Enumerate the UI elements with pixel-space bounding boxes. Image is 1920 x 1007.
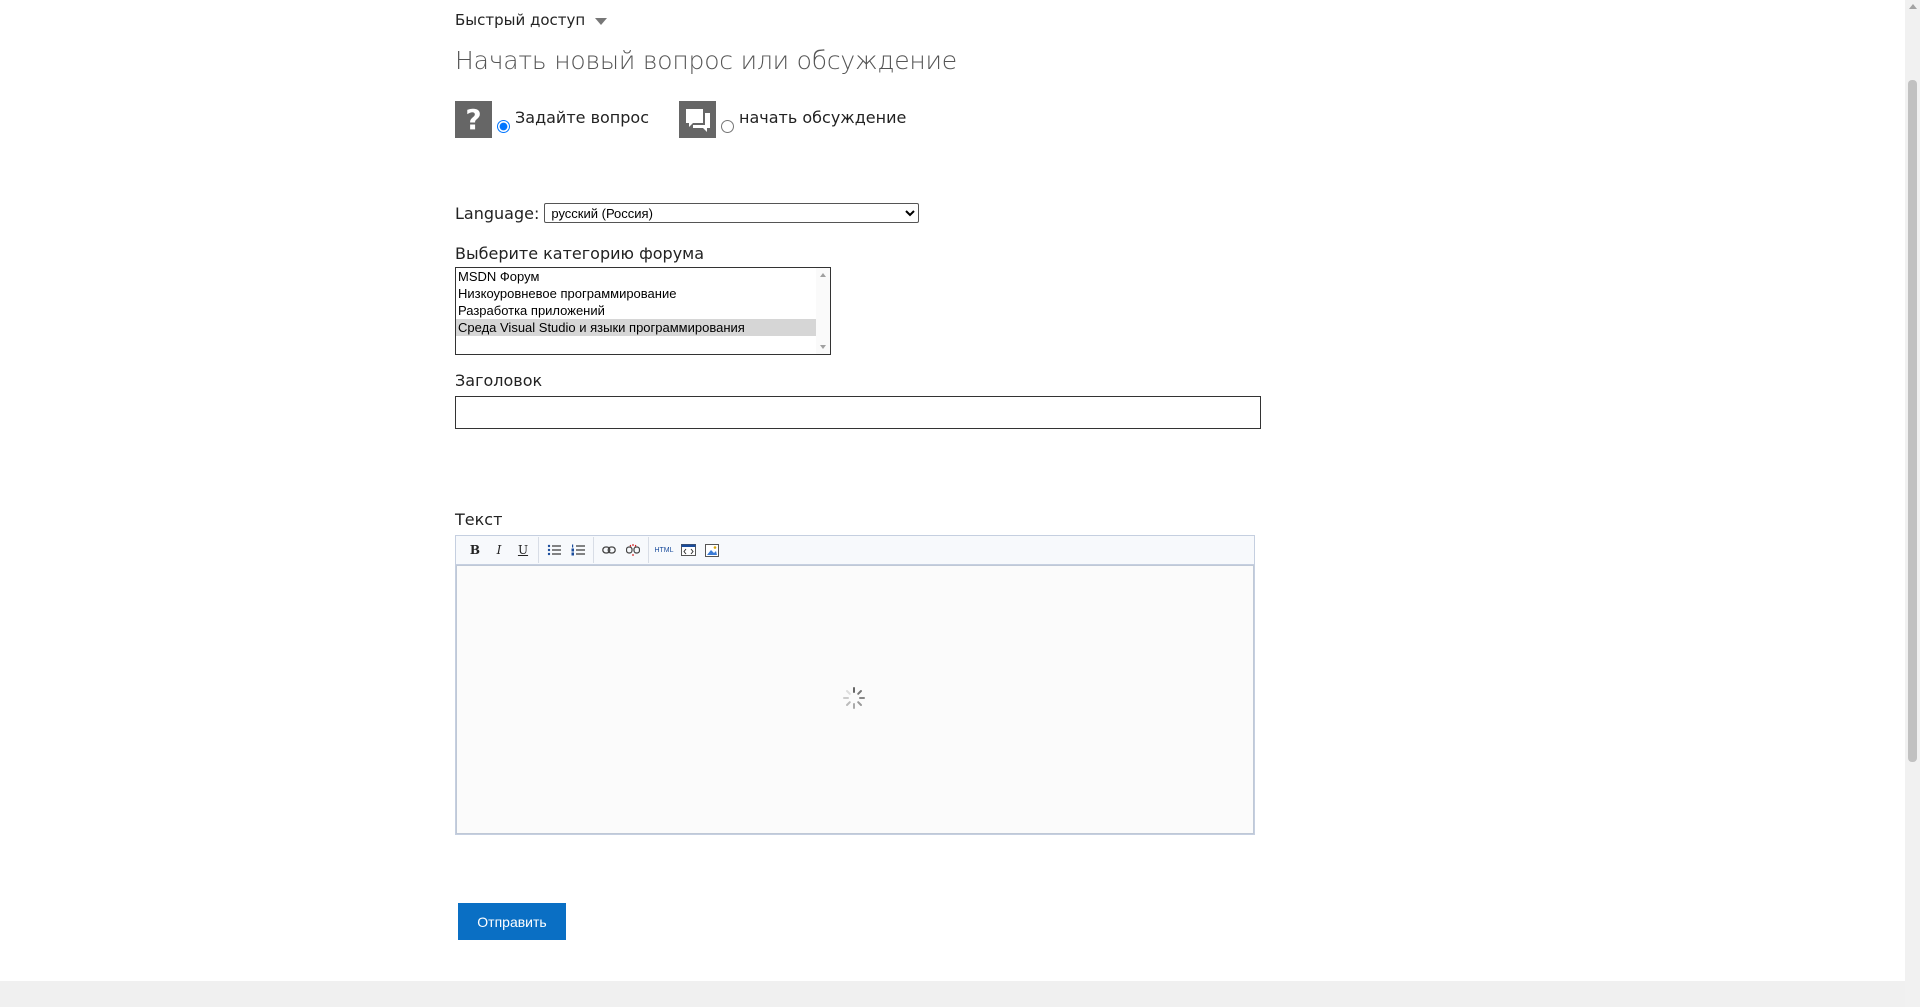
loading-spinner-icon — [843, 687, 865, 709]
post-type-question[interactable]: ? Задайте вопрос — [455, 101, 649, 138]
page-title: Начать новый вопрос или обсуждение — [455, 46, 957, 75]
svg-text:?: ? — [465, 103, 481, 136]
insert-code-button[interactable] — [678, 540, 698, 560]
bulleted-list-icon — [547, 544, 561, 556]
question-radio[interactable] — [497, 120, 510, 133]
page-scrollbar[interactable] — [1905, 0, 1920, 1007]
chevron-down-icon — [595, 17, 608, 25]
list-group — [539, 537, 594, 563]
insert-link-button[interactable] — [599, 540, 619, 560]
post-type-discussion[interactable]: начать обсуждение — [679, 101, 906, 138]
insert-group: HTML — [649, 537, 727, 563]
title-label: Заголовок — [455, 371, 543, 390]
category-item[interactable]: Разработка приложений — [456, 302, 816, 319]
quick-access-menu[interactable]: Быстрый доступ — [455, 11, 608, 29]
italic-button[interactable]: I — [489, 540, 509, 560]
submit-button[interactable]: Отправить — [458, 903, 566, 940]
code-block-icon — [680, 544, 696, 556]
category-item[interactable]: Низкоуровневое программирование — [456, 285, 816, 302]
language-select[interactable]: русский (Россия) — [544, 203, 920, 223]
quick-access-label: Быстрый доступ — [455, 11, 586, 29]
editor-content-area[interactable] — [456, 565, 1254, 834]
numbered-list-button[interactable] — [568, 540, 588, 560]
scroll-down-icon[interactable] — [820, 345, 826, 349]
link-group — [594, 537, 649, 563]
underline-button[interactable]: U — [513, 540, 533, 560]
scroll-up-arrow-icon[interactable] — [1909, 4, 1917, 9]
discussion-icon — [679, 101, 716, 138]
question-label: Задайте вопрос — [515, 108, 649, 127]
bold-button[interactable]: B — [465, 540, 485, 560]
link-icon — [602, 546, 616, 554]
category-item-selected[interactable]: Среда Visual Studio и языки программиров… — [456, 319, 816, 336]
language-row: Language: русский (Россия) — [455, 203, 920, 223]
scroll-up-icon[interactable] — [820, 273, 826, 277]
format-group: B I U — [460, 537, 539, 563]
numbered-list-icon — [571, 544, 585, 556]
category-scrollbar[interactable] — [816, 268, 830, 354]
footer-band — [0, 981, 1905, 1007]
html-button[interactable]: HTML — [654, 540, 674, 560]
scrollbar-thumb[interactable] — [1908, 80, 1917, 762]
text-label: Текст — [455, 510, 503, 529]
page: Быстрый доступ Начать новый вопрос или о… — [0, 0, 1920, 1007]
category-items: MSDN Форум Низкоуровневое программирован… — [456, 268, 816, 336]
title-input[interactable] — [455, 396, 1261, 429]
post-type-chooser: ? Задайте вопрос начать обсуждение — [455, 101, 936, 138]
remove-link-button[interactable] — [623, 540, 643, 560]
image-icon — [705, 543, 719, 557]
bulleted-list-button[interactable] — [544, 540, 564, 560]
category-label: Выберите категорию форума — [455, 244, 705, 263]
rich-text-editor: B I U HTML — [455, 535, 1255, 835]
category-listbox[interactable]: MSDN Форум Низкоуровневое программирован… — [455, 267, 831, 355]
editor-toolbar: B I U HTML — [456, 536, 1254, 565]
discussion-label: начать обсуждение — [739, 108, 907, 127]
language-label: Language: — [455, 203, 540, 223]
category-item[interactable]: MSDN Форум — [456, 268, 816, 285]
question-icon: ? — [455, 101, 492, 138]
unlink-icon — [626, 544, 640, 556]
insert-image-button[interactable] — [702, 540, 722, 560]
discussion-radio[interactable] — [721, 120, 734, 133]
